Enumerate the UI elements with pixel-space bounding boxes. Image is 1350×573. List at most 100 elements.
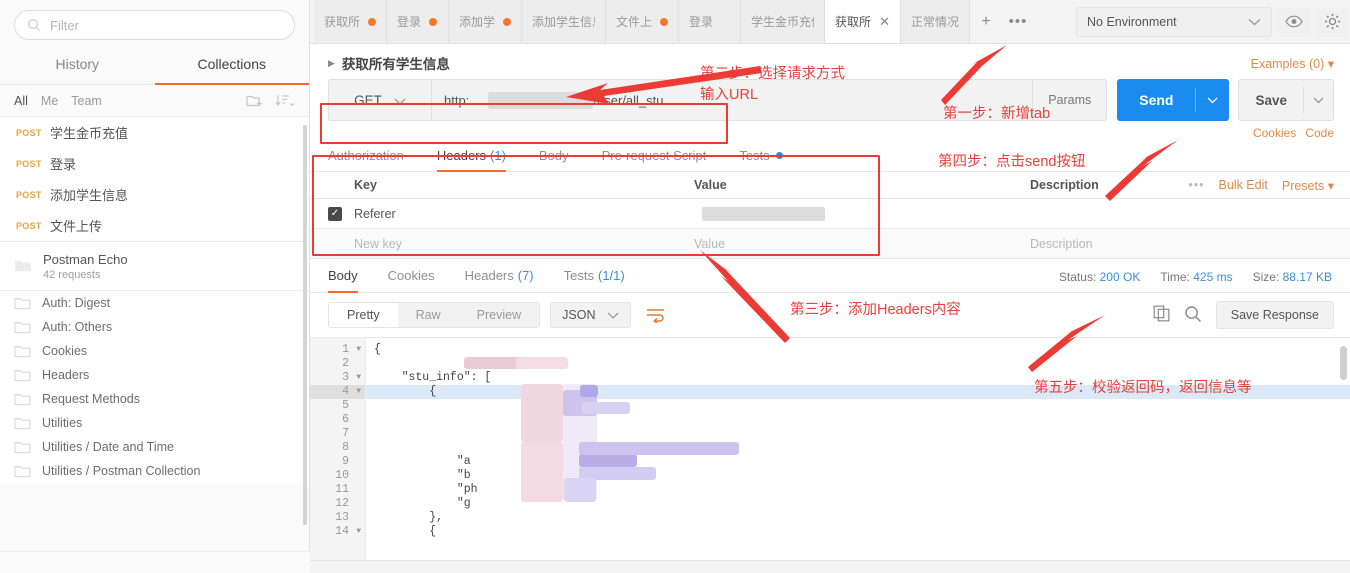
fold-icon[interactable]: ▼ [356, 525, 361, 539]
save-button[interactable]: Save [1238, 79, 1334, 121]
line-number: 9 [310, 455, 365, 469]
scope-filter-team[interactable]: Team [71, 94, 102, 108]
tab-label: Headers [464, 268, 514, 283]
request-tab-active[interactable]: 获取所 ✕ [825, 0, 901, 43]
time-value: 425 ms [1193, 269, 1233, 284]
chevron-down-icon [1248, 15, 1261, 29]
cookies-link[interactable]: Cookies [1253, 126, 1296, 140]
response-tab-tests[interactable]: Tests (1/1) [564, 261, 625, 293]
list-item[interactable]: POST 添加学生信息 [0, 179, 309, 210]
response-tab-headers[interactable]: Headers (7) [465, 261, 534, 293]
sidebar-tab-collections[interactable]: Collections [154, 46, 309, 85]
copy-icon[interactable] [1153, 305, 1170, 325]
request-tab[interactable]: 正常情况 [900, 0, 970, 43]
new-value-input[interactable]: Value [686, 237, 1022, 251]
request-tab[interactable]: 登录 [679, 0, 742, 43]
search-icon[interactable] [1184, 305, 1202, 326]
new-key-input[interactable]: New key [346, 237, 686, 251]
table-row[interactable]: ✓ Referer [310, 199, 1350, 229]
tab-more-button[interactable]: ••• [1001, 0, 1034, 43]
url-suffix: pi/user/all_stu [583, 92, 664, 108]
code-link[interactable]: Code [1305, 126, 1334, 140]
view-mode-raw[interactable]: Raw [398, 303, 459, 327]
format-select[interactable]: JSON [550, 302, 632, 328]
sort-descending-icon[interactable] [275, 93, 295, 108]
add-tab-button[interactable]: + [969, 0, 1002, 43]
request-tab[interactable]: 添加学 [449, 0, 523, 43]
line-number-text: 4 [342, 385, 349, 398]
response-tab-body[interactable]: Body [328, 261, 358, 293]
save-options-chevron-down-icon[interactable] [1303, 87, 1333, 113]
request-tab[interactable]: 学生金币充值 [741, 0, 826, 43]
response-tab-cookies[interactable]: Cookies [388, 261, 435, 293]
tab-headers[interactable]: Headers (1) [436, 142, 506, 172]
view-mode-preview[interactable]: Preview [459, 303, 539, 327]
tab-pre-request-script[interactable]: Pre-request Script [602, 142, 707, 172]
list-item[interactable]: Utilities / Postman Collection [0, 459, 309, 483]
table-row-new[interactable]: New key Value Description [310, 229, 1350, 259]
list-item[interactable]: POST 登录 [0, 148, 309, 179]
scope-filter-all[interactable]: All [14, 94, 28, 108]
request-tab[interactable]: 文件上 [606, 0, 680, 43]
redaction-blob [582, 402, 630, 414]
scope-filter-row: All Me Team [0, 85, 309, 117]
sidebar-scrollbar[interactable] [303, 125, 307, 525]
gear-icon[interactable] [1316, 6, 1348, 37]
word-wrap-icon[interactable] [641, 304, 670, 326]
list-item[interactable]: Auth: Others [0, 315, 309, 339]
list-item[interactable]: Headers [0, 363, 309, 387]
more-options-icon[interactable]: ••• [1188, 178, 1204, 192]
method-select[interactable]: GET [328, 79, 431, 121]
checkbox-icon[interactable]: ✓ [328, 206, 342, 221]
sidebar-tab-history[interactable]: History [0, 46, 155, 85]
code-content[interactable]: { "stu_info": [ { "a "b "ph "g}, { [366, 338, 1350, 560]
presets-dropdown[interactable]: Presets ▾ [1282, 178, 1334, 193]
list-item[interactable]: POST 学生金币充值 [0, 117, 309, 148]
request-tab[interactable]: 获取所 [314, 0, 388, 43]
examples-label: Examples (0) [1250, 56, 1325, 71]
new-folder-icon[interactable] [246, 93, 263, 108]
view-mode-pretty[interactable]: Pretty [329, 303, 398, 327]
response-toolbar: Pretty Raw Preview JSON Save Response [310, 293, 1350, 337]
fold-icon[interactable]: ▼ [356, 343, 361, 357]
request-tab[interactable]: 添加学生信息 [522, 0, 607, 43]
list-item[interactable]: Auth: Digest [0, 291, 309, 315]
list-item[interactable]: Cookies [0, 339, 309, 363]
tab-body[interactable]: Body [539, 142, 569, 172]
params-button[interactable]: Params [1033, 79, 1108, 121]
bulk-edit-link[interactable]: Bulk Edit [1219, 178, 1268, 192]
fold-icon[interactable]: ▼ [356, 385, 361, 399]
close-icon[interactable]: ✕ [879, 14, 890, 30]
tab-tests[interactable]: Tests [739, 142, 783, 172]
environment-select[interactable]: No Environment [1076, 6, 1272, 37]
line-number: 11 [310, 483, 365, 497]
save-response-button[interactable]: Save Response [1215, 301, 1334, 329]
send-button[interactable]: Send [1117, 79, 1230, 121]
cookies-code-links: Cookies Code [310, 121, 1350, 142]
list-item[interactable]: Request Methods [0, 387, 309, 411]
line-number-text: 8 [342, 441, 349, 454]
header-key-cell[interactable]: Referer [346, 207, 686, 221]
collection-item-postman-echo[interactable]: Postman Echo 42 requests [0, 241, 309, 291]
response-body-editor[interactable]: 1 ▼ 2 3 ▼ 4 ▼ 5 6 7 8 9 10 11 12 13 14 ▼ { "… [310, 337, 1350, 560]
request-name: 登录 [50, 157, 77, 172]
tab-authorization[interactable]: Authorization [328, 142, 404, 172]
header-value-cell[interactable] [686, 206, 1022, 221]
list-item[interactable]: Utilities [0, 411, 309, 435]
scope-filter-me[interactable]: Me [41, 94, 58, 108]
redaction-blob [516, 357, 568, 369]
row-checkbox-cell: ✓ [310, 206, 346, 221]
filter-input[interactable]: Filter [14, 10, 295, 40]
chevron-right-icon[interactable]: ▶ [328, 58, 335, 69]
request-tab[interactable]: 登录 [387, 0, 450, 43]
examples-dropdown[interactable]: Examples (0) ▾ [1251, 56, 1334, 71]
eye-icon[interactable] [1278, 6, 1310, 37]
fold-icon[interactable]: ▼ [356, 371, 361, 385]
list-item[interactable]: POST 文件上传 [0, 210, 309, 241]
url-input[interactable]: http: pi/user/all_stu [431, 79, 1034, 121]
response-scrollbar[interactable] [1340, 346, 1347, 380]
list-item[interactable]: Utilities / Date and Time [0, 435, 309, 459]
send-options-chevron-down-icon[interactable] [1195, 88, 1229, 112]
new-description-input[interactable]: Description [1022, 237, 1350, 251]
